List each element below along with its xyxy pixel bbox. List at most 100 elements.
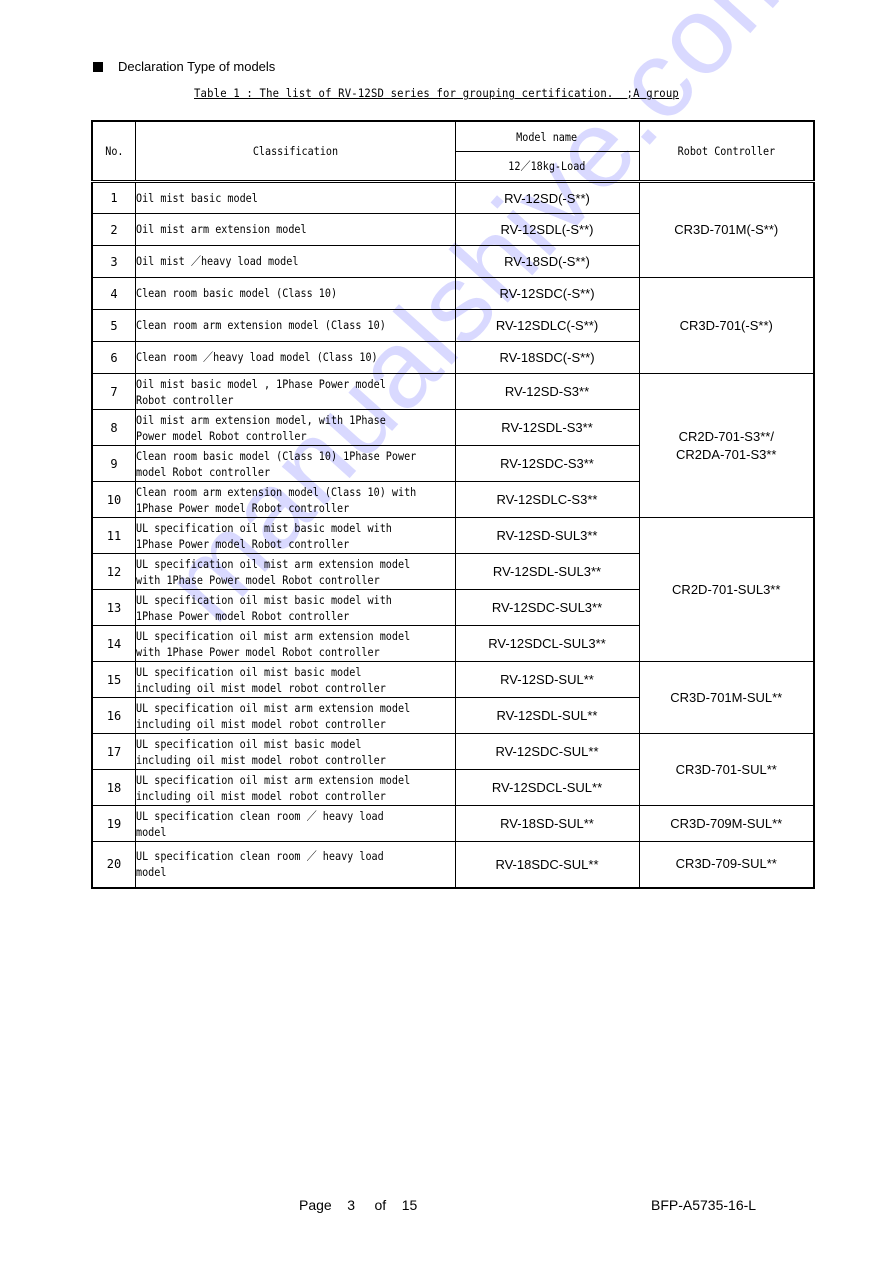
- row-number: 6: [91, 341, 136, 374]
- row-number: 19: [91, 805, 136, 842]
- classification-line: UL specification oil mist basic model wi…: [136, 592, 392, 607]
- controller-line: CR3D-701-SUL**: [675, 761, 777, 777]
- row-classification: UL specification clean room ／ heavy load…: [135, 805, 456, 842]
- classification-line: UL specification oil mist arm extension …: [136, 628, 411, 643]
- table-row: 15 UL specification oil mist basic model i…: [91, 661, 815, 734]
- classification-line: Clean room basic model (Class 10): [136, 286, 338, 300]
- table-row: 7 Oil mist basic model , 1Phase Power mod…: [91, 373, 815, 518]
- section-heading: Declaration Type of models: [93, 59, 275, 74]
- table-row: 4 Clean room basic model (Class 10) RV-12S…: [91, 277, 815, 374]
- row-number: 18: [91, 769, 136, 806]
- row-number: 17: [91, 733, 136, 770]
- classification-line: Oil mist ／heavy load model: [136, 254, 299, 268]
- row-model-name: RV-12SDC-S3**: [454, 445, 640, 482]
- controller-line: CR2D-701-SUL3**: [672, 581, 781, 597]
- table-row: 11 UL specification oil mist basic model …: [91, 517, 815, 662]
- models-table: No. Classification Model name Robot Cont…: [91, 120, 815, 889]
- page-indicator: Page 3 of 15: [299, 1197, 417, 1213]
- row-model-name: RV-18SD-SUL**: [454, 805, 640, 842]
- row-classification: Oil mist basic model: [135, 181, 456, 214]
- row-model-name: RV-12SDL-SUL3**: [454, 553, 640, 590]
- row-number: 7: [91, 373, 136, 410]
- row-model-name: RV-18SD(-S**): [454, 245, 640, 278]
- row-model-name: RV-12SDL(-S**): [454, 213, 640, 246]
- row-model-name: RV-12SD-SUL3**: [454, 517, 640, 554]
- row-number: 2: [91, 213, 136, 246]
- row-model-name: RV-12SDC-SUL3**: [454, 589, 640, 626]
- row-number: 13: [91, 589, 136, 626]
- row-classification: UL specification oil mist arm extension …: [135, 625, 456, 662]
- page-of: of: [374, 1197, 387, 1213]
- row-classification: UL specification oil mist basic model wi…: [135, 517, 456, 554]
- classification-line: Clean room ／heavy load model (Class 10): [136, 350, 378, 364]
- table-row: 20 UL specification clean room ／ heavy lo…: [91, 841, 815, 888]
- row-number: 4: [91, 277, 136, 310]
- table-caption: Table 1 : The list of RV-12SD series for…: [194, 86, 679, 100]
- row-classification: UL specification oil mist basic model wi…: [135, 589, 456, 626]
- row-classification: Clean room arm extension model (Class 10…: [135, 481, 456, 518]
- row-classification: UL specification oil mist arm extension …: [135, 553, 456, 590]
- row-number: 12: [91, 553, 136, 590]
- controller-line: CR2D-701-S3**/: [678, 428, 774, 444]
- row-number: 3: [91, 245, 136, 278]
- row-robot-controller: CR2D-701-SUL3**: [638, 517, 815, 662]
- row-model-name: RV-18SDC(-S**): [454, 341, 640, 374]
- classification-line: including oil mist model robot controlle…: [136, 752, 386, 767]
- row-model-name: RV-12SD-SUL**: [454, 661, 640, 698]
- table-row: 1 Oil mist basic model RV-12SD(-S**) CR3D-7…: [91, 181, 815, 278]
- controller-line: CR3D-701M(-S**): [674, 222, 779, 237]
- row-number: 1: [91, 181, 136, 214]
- classification-line: 1Phase Power model Robot controller: [136, 500, 350, 515]
- classification-line: UL specification oil mist arm extension …: [136, 772, 411, 787]
- row-classification: UL specification clean room ／ heavy load…: [135, 841, 456, 888]
- row-model-name: RV-12SDL-SUL**: [454, 697, 640, 734]
- classification-line: with 1Phase Power model Robot controller: [136, 572, 380, 587]
- controller-line: CR3D-701M-SUL**: [670, 689, 783, 705]
- row-classification: Clean room basic model (Class 10): [135, 277, 456, 310]
- row-number: 16: [91, 697, 136, 734]
- header-robot-controller: Robot Controller: [638, 120, 815, 183]
- row-robot-controller: CR2D-701-S3**/ CR2DA-701-S3**: [638, 373, 815, 518]
- classification-line: model: [136, 824, 167, 839]
- row-model-name: RV-12SDLC(-S**): [454, 309, 640, 342]
- controller-line: CR3D-709M-SUL**: [670, 815, 783, 831]
- row-model-name: RV-18SDC-SUL**: [454, 841, 640, 888]
- row-model-name: RV-12SDC-SUL**: [454, 733, 640, 770]
- section-heading-text: Declaration Type of models: [118, 59, 276, 74]
- row-classification: Oil mist arm extension model: [135, 213, 456, 246]
- row-robot-controller: CR3D-701-SUL**: [638, 733, 815, 806]
- classification-line: 1Phase Power model Robot controller: [136, 608, 350, 623]
- header-classification: Classification: [135, 120, 456, 183]
- header-no: No.: [91, 120, 136, 183]
- row-model-name: RV-12SDLC-S3**: [454, 481, 640, 518]
- classification-line: UL specification clean room ／ heavy load: [136, 849, 384, 864]
- row-model-name: RV-12SD-S3**: [454, 373, 640, 410]
- row-number: 20: [91, 841, 136, 888]
- classification-line: Power model Robot controller: [136, 428, 307, 443]
- classification-line: Oil mist basic model: [136, 190, 258, 205]
- controller-line: CR2DA-701-S3**: [676, 446, 777, 462]
- controller-line: CR3D-709-SUL**: [675, 856, 777, 872]
- document-code: BFP-A5735-16-L: [651, 1197, 757, 1213]
- row-number: 5: [91, 309, 136, 342]
- row-classification: Oil mist basic model , 1Phase Power mode…: [135, 373, 456, 410]
- row-number: 10: [91, 481, 136, 518]
- classification-line: Clean room basic model (Class 10) 1Phase…: [136, 448, 417, 463]
- row-number: 9: [91, 445, 136, 482]
- table-header-row: No. Classification Model name Robot Cont…: [91, 120, 815, 183]
- row-number: 15: [91, 661, 136, 698]
- row-classification: UL specification oil mist arm extension …: [135, 697, 456, 734]
- table-row: 17 UL specification oil mist basic model i…: [91, 733, 815, 806]
- classification-line: including oil mist model robot controlle…: [136, 788, 386, 803]
- classification-line: Robot controller: [136, 392, 234, 407]
- classification-line: UL specification oil mist basic model wi…: [136, 520, 392, 535]
- controller-line: CR3D-701(-S**): [679, 317, 773, 333]
- row-model-name: RV-12SDL-S3**: [454, 409, 640, 446]
- row-classification: Clean room basic model (Class 10) 1Phase…: [135, 445, 456, 482]
- classification-line: UL specification oil mist basic model: [136, 664, 362, 679]
- bullet-square-icon: [93, 61, 103, 72]
- classification-line: UL specification oil mist basic model: [136, 736, 362, 751]
- header-model-name: Model name: [454, 120, 640, 152]
- page-label: Page: [299, 1197, 332, 1213]
- classification-line: 1Phase Power model Robot controller: [136, 536, 350, 551]
